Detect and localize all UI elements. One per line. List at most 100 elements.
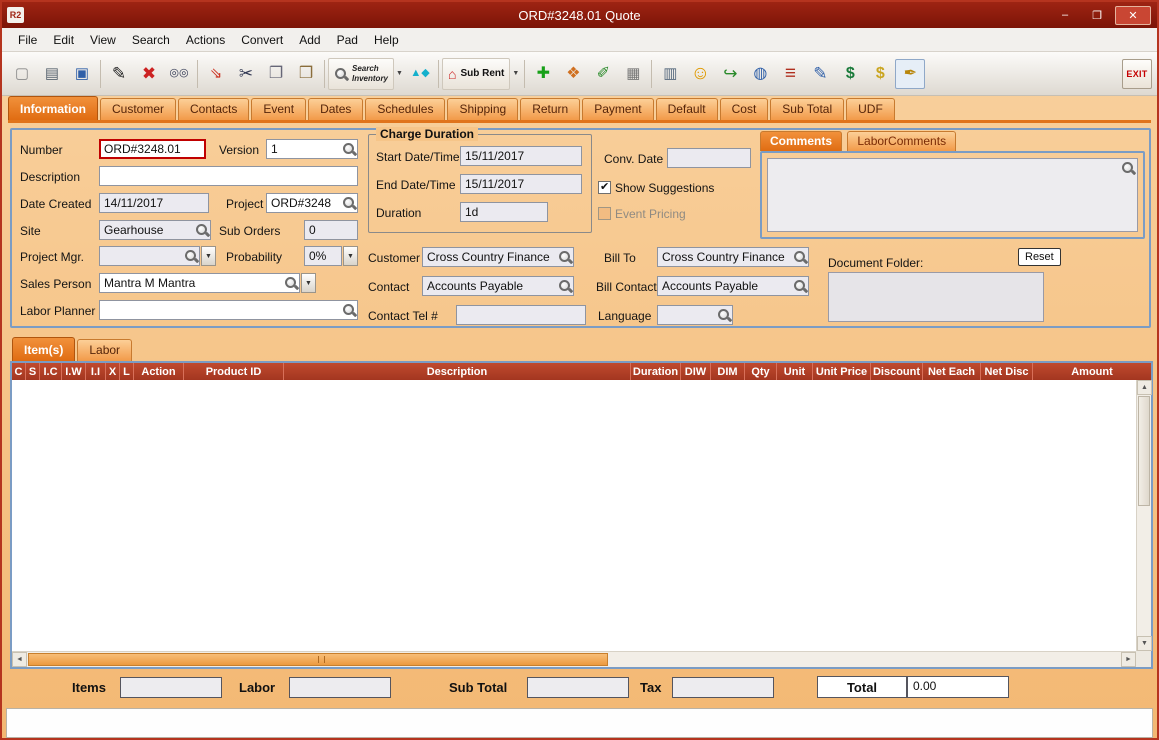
tab-sub-total[interactable]: Sub Total — [770, 98, 844, 120]
version-search-icon[interactable] — [342, 142, 356, 156]
language-search-icon[interactable] — [717, 308, 731, 322]
bill-contact-field[interactable]: Accounts Payable — [657, 276, 809, 296]
tab-cost[interactable]: Cost — [720, 98, 769, 120]
project-mgr-dropdown[interactable]: ▼ — [201, 246, 216, 266]
menu-convert[interactable]: Convert — [233, 30, 291, 50]
project-search-icon[interactable] — [342, 196, 356, 210]
sub-total-field[interactable] — [527, 677, 629, 698]
globe-button[interactable]: ◍ — [745, 59, 775, 89]
tab-comments[interactable]: Comments — [760, 131, 842, 151]
horizontal-scrollbar[interactable]: ◄ ► — [12, 651, 1136, 667]
menu-actions[interactable]: Actions — [178, 30, 233, 50]
post-dollar-button[interactable]: $ — [835, 59, 865, 89]
document-folder-box[interactable] — [828, 272, 1044, 322]
tab-shipping[interactable]: Shipping — [447, 98, 518, 120]
duration-field[interactable]: 1d — [460, 202, 548, 222]
maximize-button[interactable]: ❐ — [1083, 6, 1111, 25]
sub-orders-field[interactable]: 0 — [304, 220, 358, 240]
tab-customer[interactable]: Customer — [100, 98, 176, 120]
print-button[interactable]: ▤ — [37, 59, 67, 89]
export-button[interactable]: ⇘ — [201, 59, 231, 89]
description-field[interactable] — [99, 166, 358, 186]
menu-file[interactable]: File — [10, 30, 45, 50]
customer-field[interactable]: Cross Country Finance — [422, 247, 574, 267]
group-button[interactable]: ❖ — [558, 59, 588, 89]
dollar-list-button[interactable]: $ — [865, 59, 895, 89]
new-document-button[interactable]: ▢ — [7, 59, 37, 89]
tab-event[interactable]: Event — [251, 98, 306, 120]
project-mgr-field[interactable] — [99, 246, 200, 266]
menu-view[interactable]: View — [82, 30, 124, 50]
vertical-scroll-thumb[interactable] — [1138, 396, 1150, 506]
tab-udf[interactable]: UDF — [846, 98, 895, 120]
bill-to-field[interactable]: Cross Country Finance — [657, 247, 809, 267]
probability-dropdown[interactable]: ▼ — [343, 246, 358, 266]
tab-return[interactable]: Return — [520, 98, 580, 120]
site-field[interactable]: Gearhouse — [99, 220, 211, 240]
fax-button[interactable]: ▥ — [655, 59, 685, 89]
close-button[interactable]: ✕ — [1115, 6, 1151, 25]
copy-button[interactable]: ❐ — [261, 59, 291, 89]
date-created-field[interactable]: 14/11/2017 — [99, 193, 209, 213]
books-button[interactable]: ≡ — [775, 59, 805, 89]
labor-planner-search-icon[interactable] — [342, 303, 356, 317]
comments-textarea[interactable] — [767, 158, 1138, 232]
menu-search[interactable]: Search — [124, 30, 178, 50]
key-tool-button[interactable]: ✒ — [895, 59, 925, 89]
sub-rent-dropdown[interactable]: ▼ — [510, 59, 521, 89]
tab-items[interactable]: Item(s) — [12, 337, 75, 361]
add-button[interactable]: ✚ — [528, 59, 558, 89]
sales-person-field[interactable]: Mantra M Mantra — [99, 273, 300, 293]
labor-planner-field[interactable] — [99, 300, 358, 320]
number-field[interactable]: ORD#3248.01 — [99, 139, 206, 159]
labor-total-field[interactable] — [289, 677, 391, 698]
smiley-button[interactable]: ☺ — [685, 59, 715, 89]
total-field[interactable]: 0.00 — [907, 676, 1009, 698]
find-button[interactable]: ◎◎ — [164, 59, 194, 89]
write-document-button[interactable]: ✎ — [805, 59, 835, 89]
menu-pad[interactable]: Pad — [329, 30, 366, 50]
paste-button[interactable]: ❒ — [291, 59, 321, 89]
cut-button[interactable]: ✂ — [231, 59, 261, 89]
probability-field[interactable]: 0% — [304, 246, 342, 266]
language-field[interactable] — [657, 305, 733, 325]
conv-date-field[interactable] — [667, 148, 751, 168]
tab-default[interactable]: Default — [656, 98, 718, 120]
shapes-button[interactable]: ▲◆ — [405, 59, 435, 89]
exit-button[interactable]: EXIT — [1122, 59, 1152, 89]
tab-payment[interactable]: Payment — [582, 98, 653, 120]
project-field[interactable]: ORD#3248 — [266, 193, 358, 213]
contact-tel-field[interactable] — [456, 305, 586, 325]
bill-to-search-icon[interactable] — [793, 250, 807, 264]
end-datetime-field[interactable]: 15/11/2017 — [460, 174, 582, 194]
contact-field[interactable]: Accounts Payable — [422, 276, 574, 296]
reset-button[interactable]: Reset — [1018, 248, 1061, 266]
tab-labor[interactable]: Labor — [77, 339, 132, 361]
sales-person-dropdown[interactable]: ▼ — [301, 273, 316, 293]
tab-schedules[interactable]: Schedules — [365, 98, 445, 120]
project-mgr-search-icon[interactable] — [184, 249, 198, 263]
sales-person-search-icon[interactable] — [284, 276, 298, 290]
sub-rent-button[interactable]: ⌂ Sub Rent — [442, 58, 510, 90]
scroll-left-button[interactable]: ◄ — [12, 652, 27, 667]
horizontal-scroll-thumb[interactable] — [28, 653, 608, 666]
shortcut-button[interactable]: ↪ — [715, 59, 745, 89]
delete-button[interactable]: ✖ — [134, 59, 164, 89]
menu-help[interactable]: Help — [366, 30, 407, 50]
version-field[interactable]: 1 — [266, 139, 358, 159]
scroll-right-button[interactable]: ► — [1121, 652, 1136, 667]
scroll-up-button[interactable]: ▲ — [1137, 380, 1152, 395]
vertical-scrollbar[interactable]: ▲ ▼ — [1136, 380, 1151, 651]
start-datetime-field[interactable]: 15/11/2017 — [460, 146, 582, 166]
bill-contact-search-icon[interactable] — [793, 279, 807, 293]
search-inventory-dropdown[interactable]: ▼ — [394, 59, 405, 89]
tab-labor-comments[interactable]: LaborComments — [847, 131, 956, 151]
show-suggestions-checkbox[interactable] — [598, 181, 611, 194]
tab-information[interactable]: Information — [8, 96, 98, 120]
comments-search-icon[interactable] — [1121, 161, 1135, 175]
customer-search-icon[interactable] — [558, 250, 572, 264]
edit-button[interactable]: ✎ — [104, 59, 134, 89]
save-button[interactable]: ▣ — [67, 59, 97, 89]
items-table-body[interactable] — [12, 380, 1136, 651]
site-search-icon[interactable] — [195, 223, 209, 237]
